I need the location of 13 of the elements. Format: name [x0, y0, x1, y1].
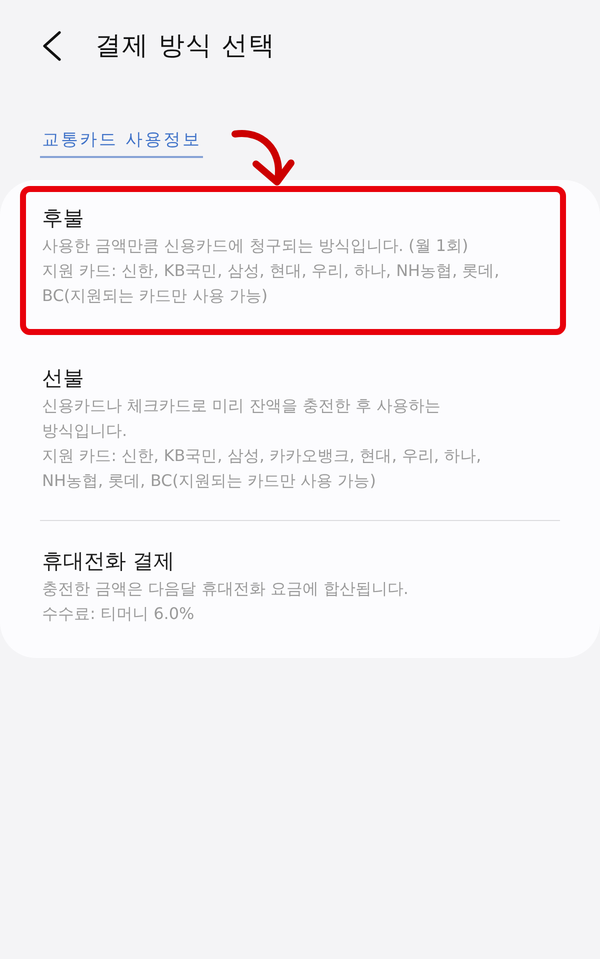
option-title: 선불 — [42, 365, 85, 392]
option-description: 충전한 금액은 다음달 휴대전화 요금에 합산됩니다. — [42, 578, 410, 600]
screen-title: 결제 방식 선택 — [95, 30, 276, 63]
option-description: 수수료: 티머니 6.0% — [42, 603, 196, 625]
back-button[interactable] — [43, 31, 61, 61]
info-link[interactable]: 교통카드 사용정보 — [40, 128, 204, 158]
option-description: 지원 카드: 신한, KB국민, 삼성, 카카오뱅크, 현대, 우리, 하나, NH농협, 롯데, BC(지원되는 카드만 사용 가능) — [42, 445, 482, 492]
option-description: 신용카드나 체크카드로 미리 잔액을 충전한 후 사용하는 방식입니다. — [42, 395, 442, 442]
back-icon — [43, 31, 61, 61]
option-description: 사용한 금액만큼 신용카드에 청구되는 방식입니다. (월 1회) — [42, 235, 470, 257]
option-description: 지원 카드: 신한, KB국민, 삼성, 현대, 우리, 하나, NH농협, 롯데, BC(지원되는 카드만 사용 가능) — [42, 260, 500, 307]
option-title: 후불 — [42, 205, 85, 232]
option-title: 휴대전화 결제 — [42, 548, 176, 575]
